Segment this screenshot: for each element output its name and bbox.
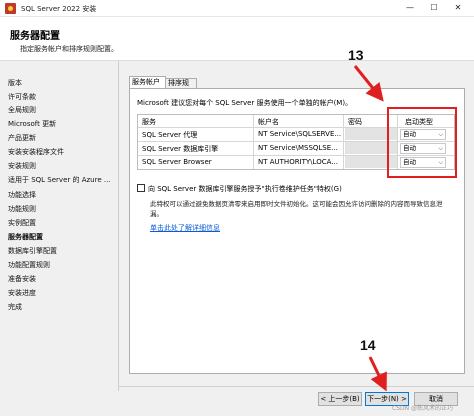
arrow-14	[368, 356, 387, 392]
arrow-13	[353, 65, 384, 102]
annotation-arrows	[353, 65, 387, 392]
